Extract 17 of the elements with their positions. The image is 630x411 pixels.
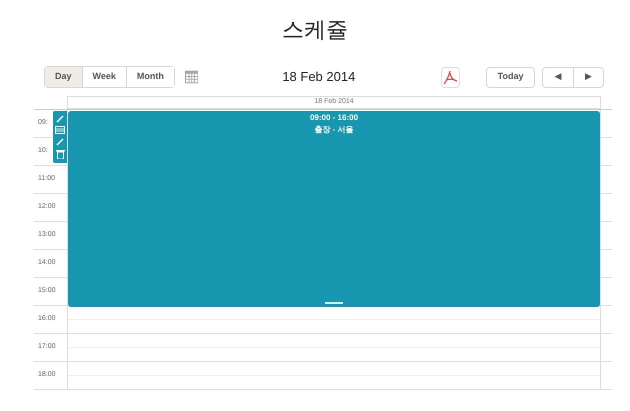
previous-button[interactable]: ◀ [542, 68, 573, 86]
pdf-icon [442, 70, 458, 84]
view-tab[interactable]: Day [45, 67, 82, 87]
view-tab[interactable]: Month [126, 67, 174, 87]
current-date: 18 Feb 2014 [282, 68, 356, 86]
pencil-icon[interactable] [56, 138, 64, 146]
list-icon[interactable] [55, 126, 65, 134]
trash-icon[interactable] [56, 149, 64, 160]
page-title: 스케쥴 [282, 16, 348, 44]
event-time: 09:00 - 16:00 [310, 112, 358, 124]
pdf-button[interactable] [440, 66, 460, 88]
event-title: 출장 - 서울 [314, 124, 354, 136]
calendar-icon[interactable] [184, 70, 198, 84]
today-button[interactable]: Today [486, 66, 535, 88]
next-button[interactable]: ▶ [572, 68, 603, 86]
pencil-icon[interactable] [56, 114, 64, 123]
resize-handle[interactable] [325, 302, 343, 304]
